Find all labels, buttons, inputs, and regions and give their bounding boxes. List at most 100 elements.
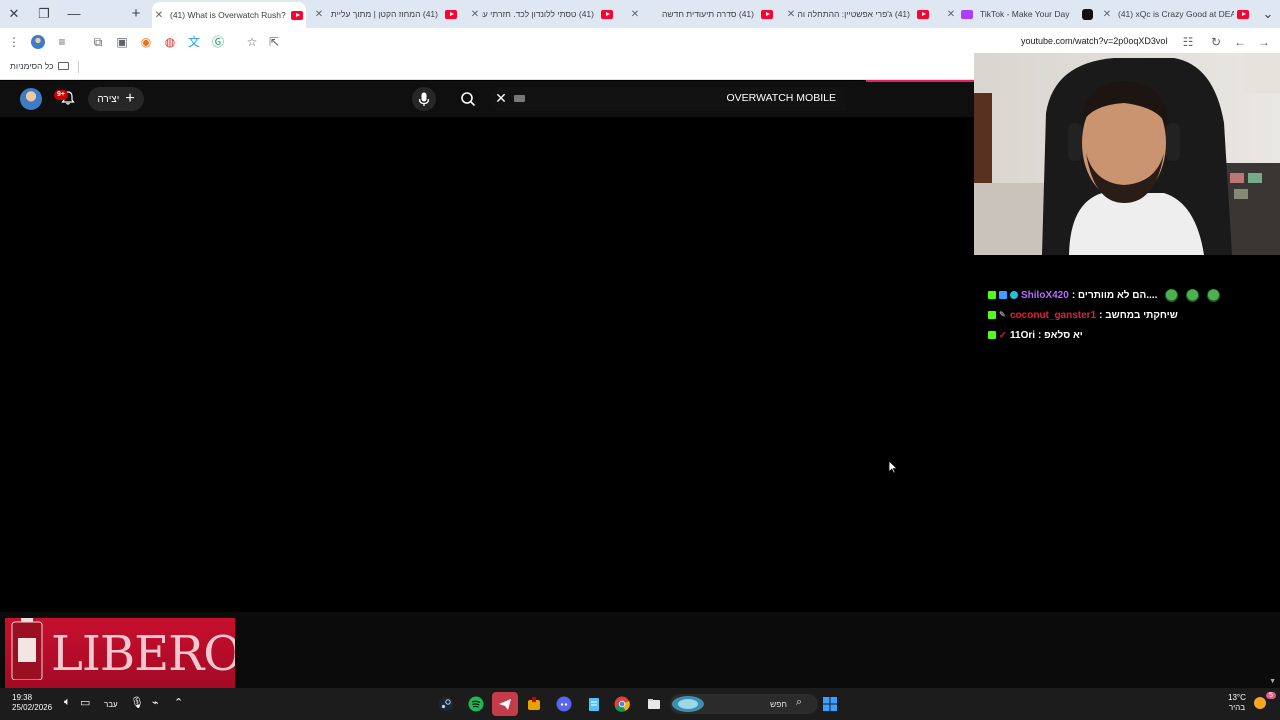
reload-icon[interactable]: ↻ bbox=[1208, 34, 1224, 50]
steam-icon[interactable] bbox=[438, 696, 454, 712]
extensions-icon[interactable]: ⧉ bbox=[90, 34, 106, 50]
discord-icon[interactable] bbox=[556, 696, 572, 712]
voice-search-mic-icon[interactable] bbox=[412, 87, 436, 111]
tab-title: (41) סדרה תיעודית חדשה bbox=[662, 9, 754, 19]
site-settings-icon[interactable]: ☷ bbox=[1180, 34, 1196, 50]
tab-title: (41) xQc is Crazy Good at DEAD bbox=[1118, 9, 1234, 19]
minimize-window-icon[interactable]: — bbox=[64, 4, 84, 24]
reading-list-icon[interactable]: ≡ bbox=[54, 34, 70, 50]
youtube-favicon-icon bbox=[445, 9, 457, 19]
chat-text: הם לא מוותרים.... bbox=[1077, 289, 1158, 301]
back-icon[interactable]: ← bbox=[1232, 34, 1248, 50]
ad-brand-text: LIBERO bbox=[51, 626, 235, 682]
translate-icon[interactable]: 文 bbox=[186, 34, 202, 50]
tab[interactable]: ✕ (41) טסתי ללונדון לכד. חזרתי עם bbox=[468, 4, 616, 24]
microphone-icon[interactable]: 🎙︎ bbox=[130, 696, 146, 712]
avatar[interactable] bbox=[20, 88, 42, 110]
input-language[interactable]: עבר bbox=[104, 700, 118, 709]
tab-groups-icon[interactable]: ▣ bbox=[114, 34, 130, 50]
loading-bar bbox=[866, 80, 974, 82]
app-icon-yellow[interactable] bbox=[526, 696, 542, 712]
tab-close-icon[interactable]: ✕ bbox=[628, 9, 642, 20]
taskbar-clock[interactable]: 19:38 25/02/2026 bbox=[12, 693, 52, 713]
perfume-bottle-icon bbox=[11, 618, 43, 680]
wrench-badge-icon: ✎ bbox=[999, 310, 1006, 319]
search-icon: ⌕ bbox=[796, 696, 803, 708]
profile-icon[interactable] bbox=[30, 34, 46, 50]
search-icon[interactable] bbox=[456, 87, 480, 111]
show-hidden-icons-icon[interactable]: ⌃ bbox=[174, 696, 190, 712]
keyboard-icon[interactable] bbox=[514, 95, 525, 102]
chat-message: ✓ 11Ori : יא סלאפ bbox=[988, 325, 1268, 345]
tab[interactable]: ✕ (41) xQc is Crazy Good at DEAD bbox=[1100, 4, 1252, 24]
create-button[interactable]: יצירה + bbox=[88, 87, 144, 111]
clear-search-icon[interactable]: ✕ bbox=[493, 90, 509, 106]
emote-icon bbox=[1186, 288, 1200, 302]
restore-window-icon[interactable]: ❐ bbox=[34, 4, 54, 24]
notepad-icon[interactable] bbox=[586, 696, 602, 712]
kick-badge-icon bbox=[988, 311, 996, 319]
tab-title: TikTok - Make Your Day bbox=[980, 9, 1070, 19]
close-window-icon[interactable]: ✕ bbox=[4, 4, 24, 24]
tab-close-icon[interactable]: ✕ bbox=[312, 9, 326, 20]
meet-now-icon[interactable]: ⌁ bbox=[152, 696, 168, 712]
webcam-overlay bbox=[974, 53, 1280, 255]
cast-icon[interactable]: ⇱ bbox=[266, 34, 282, 50]
browser-toolbar: ⋮ ≡ ⧉ ▣ ◉ ◍ 文 Ⓖ ☆ ⇱ youtube.com/watch?v=… bbox=[0, 28, 1280, 56]
folder-icon bbox=[58, 62, 69, 70]
sponsor-ad-banner: LIBERO bbox=[5, 618, 235, 690]
tab-close-icon[interactable]: ✕ bbox=[1100, 9, 1114, 20]
tab[interactable]: ✕ TikTok - Make Your Day bbox=[944, 4, 1096, 24]
volume-icon[interactable]: 🔈︎ bbox=[64, 696, 80, 712]
forward-icon[interactable]: → bbox=[1256, 34, 1272, 50]
tiktok-favicon-icon bbox=[1082, 8, 1093, 20]
extension-orange-icon[interactable]: ◉ bbox=[138, 34, 154, 50]
temperature: 13°C bbox=[1228, 693, 1246, 702]
youtube-favicon-icon bbox=[291, 10, 303, 20]
network-icon[interactable]: ▭ bbox=[80, 696, 96, 712]
weather-widget[interactable]: 13°C בהיר bbox=[1228, 693, 1246, 713]
tab-active[interactable]: ✕ (41) What is Overwatch Rush? bbox=[152, 2, 306, 28]
bookmark-star-icon[interactable]: ☆ bbox=[244, 34, 260, 50]
kick-badge-icon bbox=[988, 331, 996, 339]
chat-text: שיחקתי במחשב bbox=[1105, 309, 1178, 321]
grammarly-icon[interactable]: Ⓖ bbox=[210, 34, 226, 50]
search-highlight-icon bbox=[672, 696, 704, 712]
address-bar[interactable]: youtube.com/watch?v=2p0oqXD3voI bbox=[1021, 36, 1168, 46]
bookmarks-bar: כל הסימניות bbox=[0, 56, 974, 80]
search-query[interactable]: OVERWATCH MOBILE bbox=[700, 92, 837, 104]
scroll-down-arrow-icon[interactable]: ▼ bbox=[1269, 678, 1276, 685]
chat-message: ShiloX420 : הם לא מוותרים.... bbox=[988, 285, 1268, 305]
create-label: יצירה bbox=[97, 93, 120, 105]
chat-username[interactable]: ShiloX420 bbox=[1021, 290, 1069, 301]
chat-message: ✎ coconut_ganster1 : שיחקתי במחשב bbox=[988, 305, 1268, 325]
moderator-badge-icon bbox=[999, 291, 1007, 299]
new-tab-icon[interactable]: + bbox=[126, 4, 146, 24]
tab-close-icon[interactable]: ✕ bbox=[784, 9, 798, 20]
chrome-icon[interactable] bbox=[614, 696, 630, 712]
plus-icon: + bbox=[125, 90, 135, 107]
tab-title: (41) המחוז הקטן | מתוך עליית bbox=[330, 9, 438, 19]
windows-start-icon[interactable] bbox=[822, 696, 838, 712]
windows-taskbar bbox=[0, 688, 1280, 720]
youtube-favicon-icon bbox=[1237, 9, 1249, 19]
tab-close-icon[interactable]: ✕ bbox=[468, 9, 482, 20]
active-app-icon[interactable] bbox=[492, 692, 518, 716]
tab-close-icon[interactable]: ✕ bbox=[944, 9, 958, 20]
tab[interactable]: ✕ (41) ג'פרי אפשטיין: ההתחלה וה bbox=[784, 4, 932, 24]
all-bookmarks-label[interactable]: כל הסימניות bbox=[10, 61, 54, 71]
tab-title: (41) What is Overwatch Rush? bbox=[170, 10, 286, 20]
extension-red-icon[interactable]: ◍ bbox=[162, 34, 178, 50]
youtube-favicon-icon bbox=[601, 9, 613, 19]
tab[interactable]: ✕ (41) המחוז הקטן | מתוך עליית bbox=[312, 4, 460, 24]
file-explorer-icon[interactable] bbox=[646, 696, 662, 712]
divider bbox=[78, 61, 79, 73]
spotify-icon[interactable] bbox=[468, 696, 484, 712]
chat-username[interactable]: 11Ori bbox=[1010, 330, 1035, 341]
menu-dots-icon[interactable]: ⋮ bbox=[6, 34, 22, 50]
tab-close-icon[interactable]: ✕ bbox=[152, 10, 166, 21]
chat-username[interactable]: coconut_ganster1 bbox=[1010, 310, 1096, 321]
tab-search-icon[interactable]: ⌄ bbox=[1258, 4, 1278, 24]
tab[interactable]: ✕ (41) סדרה תיעודית חדשה bbox=[628, 4, 776, 24]
kick-badge-icon bbox=[988, 291, 996, 299]
